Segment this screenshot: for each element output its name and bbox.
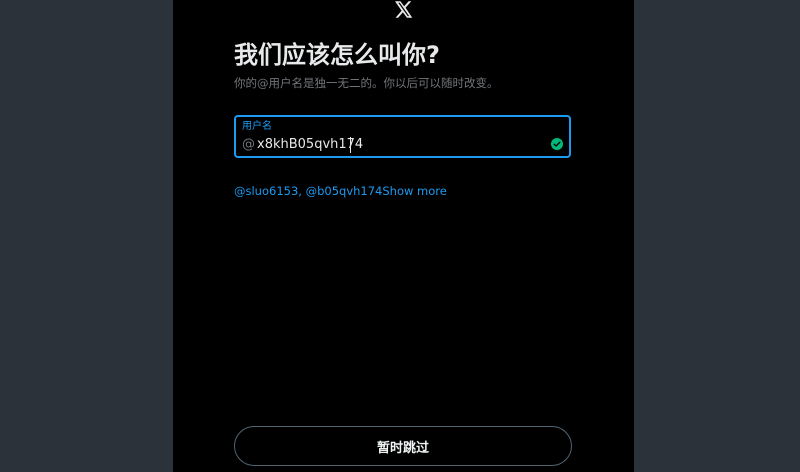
page-title: 我们应该怎么叫你?	[234, 41, 440, 69]
skip-for-now-button[interactable]: 暂时跳过	[234, 426, 572, 466]
username-field[interactable]: 用户名 @	[234, 115, 571, 158]
username-suggestions: @sluo6153, @b05qvh174Show more	[234, 183, 447, 199]
page-subtitle: 你的@用户名是独一无二的。你以后可以随时改变。	[234, 76, 499, 90]
signup-dialog: 我们应该怎么叫你? 你的@用户名是独一无二的。你以后可以随时改变。 用户名 @ …	[173, 0, 634, 472]
suggestion-separator: ,	[298, 184, 306, 198]
suggestion-item[interactable]: @b05qvh174	[306, 184, 383, 198]
show-more-link[interactable]: Show more	[382, 184, 446, 198]
at-prefix: @	[242, 137, 255, 152]
suggestion-item[interactable]: @sluo6153	[234, 184, 298, 198]
x-logo-icon	[393, 0, 415, 18]
check-circle-icon	[551, 138, 563, 150]
username-field-label: 用户名	[242, 121, 272, 132]
text-cursor	[350, 137, 351, 153]
username-input[interactable]	[257, 136, 537, 154]
